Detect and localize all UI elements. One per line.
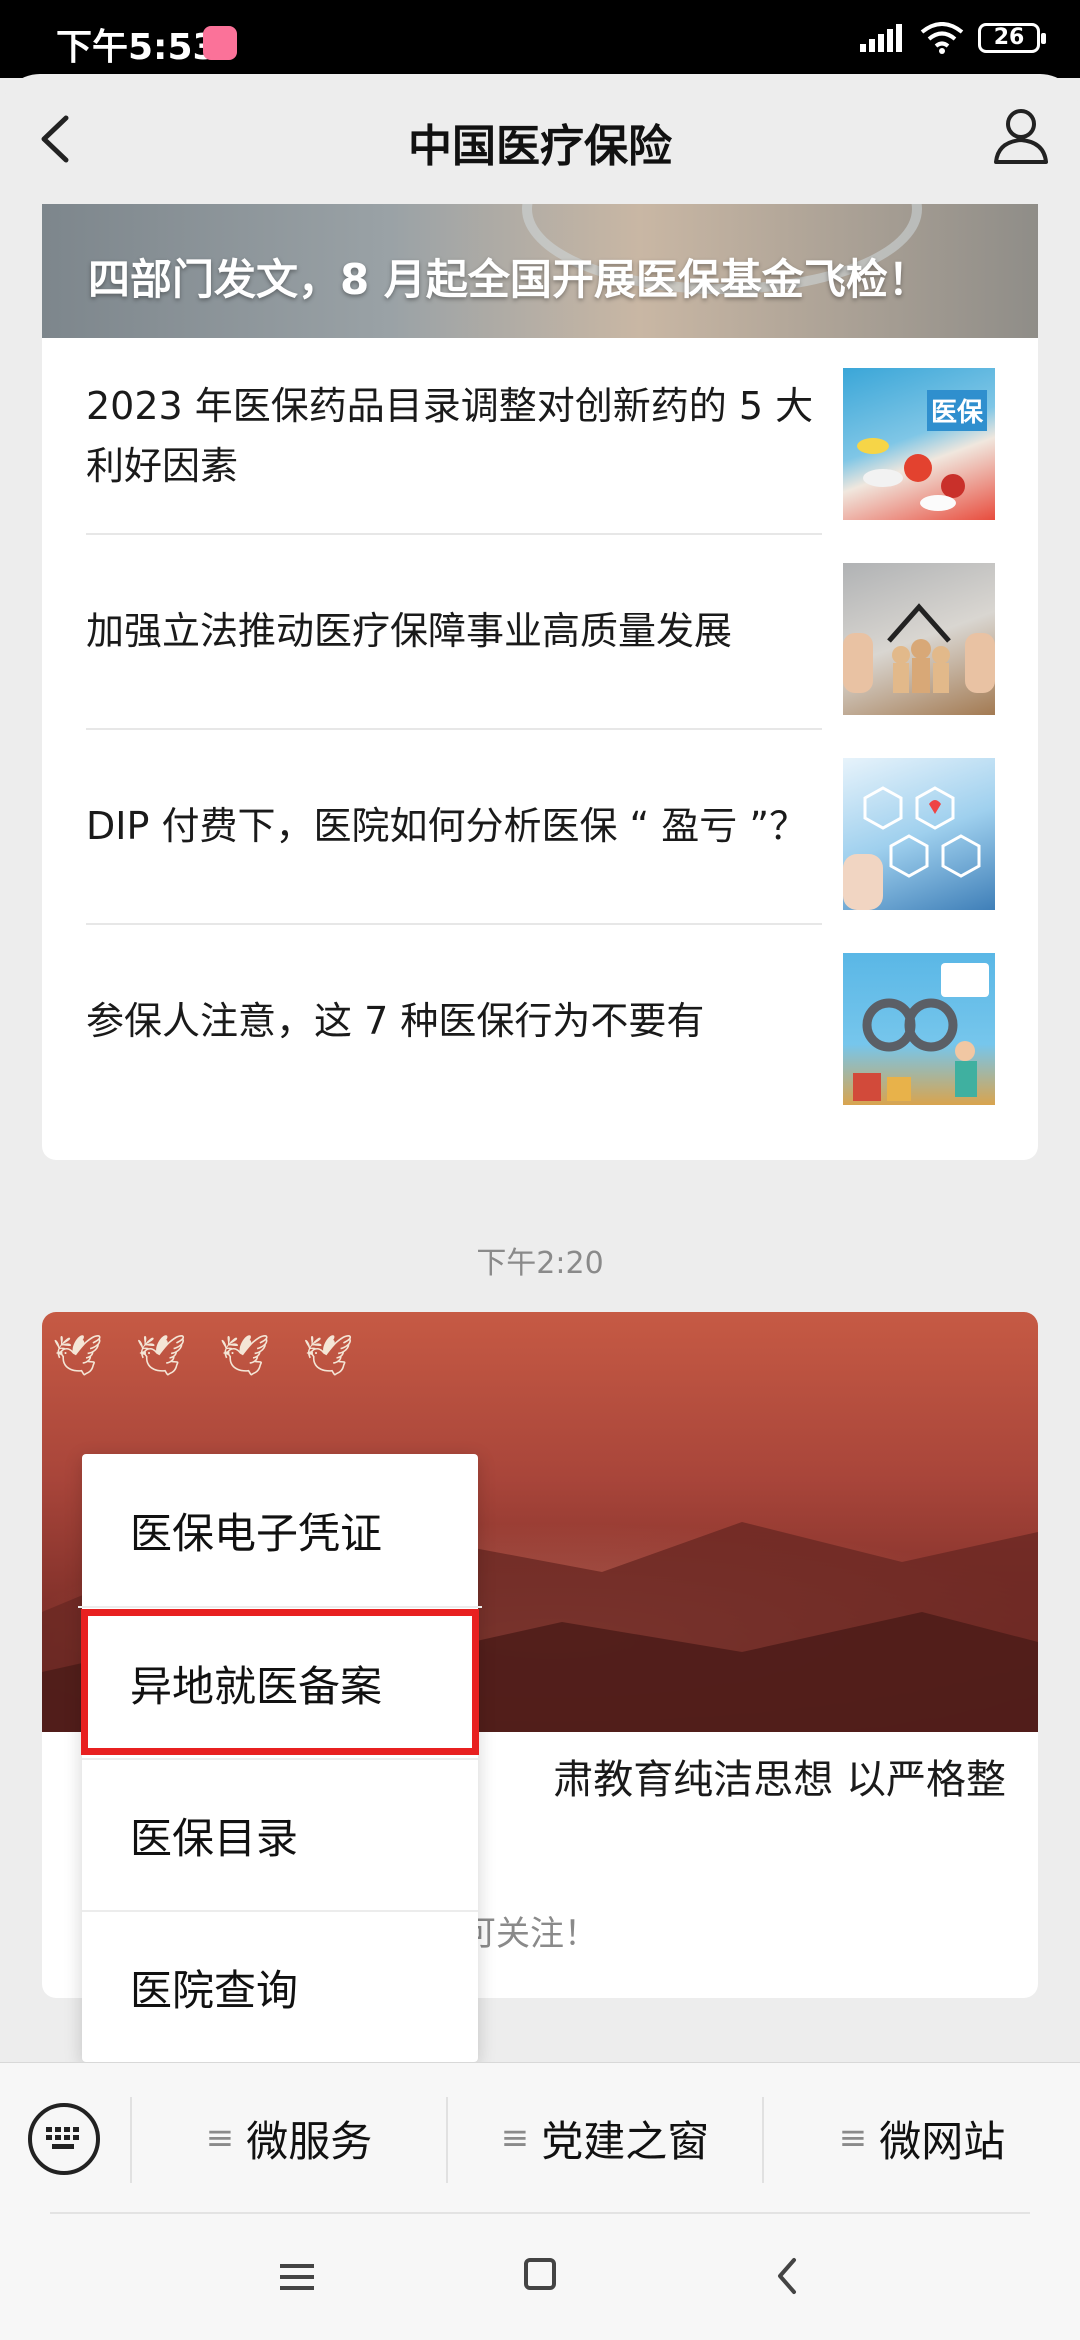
handcuffs-image: [853, 963, 989, 1101]
status-indicators: 26: [860, 22, 1046, 54]
article-thumbnail: [843, 563, 995, 715]
article-title: 加强立法推动医疗保障事业高质量发展: [86, 608, 733, 653]
article-item[interactable]: 参保人注意，这 7 种医保行为不要有: [42, 923, 1038, 1118]
tab-micro-website[interactable]: ≡ 微网站: [764, 2063, 1080, 2213]
house-hands-image: [843, 603, 995, 693]
article-title: 2023 年医保药品目录调整对创新药的 5 大利好因素: [86, 383, 814, 488]
home-icon[interactable]: [524, 2258, 556, 2290]
article-item[interactable]: DIP 付费下，医院如何分析医保 “ 盈亏 ”？: [42, 728, 1038, 923]
menu-lines-icon: ≡: [838, 2118, 868, 2158]
keyboard-icon[interactable]: [28, 2103, 100, 2175]
system-navigation-bar: [0, 2212, 1080, 2340]
menu-lines-icon: ≡: [205, 2118, 235, 2158]
doves-image: 🕊 🕊 🕊 🕊: [52, 1333, 364, 1379]
menu-item-hospital-search[interactable]: 医院查询: [82, 1910, 478, 2062]
article-thumbnail: [843, 758, 995, 910]
battery-icon: 26: [978, 23, 1046, 53]
article-item[interactable]: 加强立法推动医疗保障事业高质量发展: [42, 533, 1038, 728]
divider: [50, 2212, 1030, 2214]
pills-image: [857, 438, 965, 511]
tab-micro-service[interactable]: ≡ 微服务: [132, 2063, 446, 2213]
tab-party-building[interactable]: ≡ 党建之窗: [448, 2063, 762, 2213]
menu-item-offsite-medical-registration[interactable]: 异地就医备案: [78, 1606, 482, 1758]
recent-apps-icon[interactable]: [280, 2262, 314, 2292]
article-item[interactable]: 2023 年医保药品目录调整对创新药的 5 大利好因素 医保: [42, 338, 1038, 533]
menu-item-medical-insurance-voucher[interactable]: 医保电子凭证: [82, 1454, 478, 1606]
article-title: DIP 付费下，医院如何分析医保 “ 盈亏 ”？: [86, 803, 808, 848]
message-timestamp: 下午2:20: [476, 1246, 604, 1281]
menu-item-insurance-catalog[interactable]: 医保目录: [82, 1758, 478, 1910]
banner-title: 四部门发文，8 月起全国开展医保基金飞检！: [88, 255, 930, 304]
official-account-menu-bar: ≡ 微服务 ≡ 党建之窗 ≡ 微网站: [0, 2062, 1080, 2213]
signal-icon: [860, 24, 902, 52]
article-list: 2023 年医保药品目录调整对创新药的 5 大利好因素 医保 加强立法推动医疗保…: [42, 338, 1038, 1118]
article-thumbnail: [843, 953, 995, 1105]
medical-icons-image: [843, 786, 981, 910]
banner-article[interactable]: 四部门发文，8 月起全国开展医保基金飞检！: [42, 204, 1038, 338]
article-subtitle-partial: 可关注！: [462, 1914, 598, 1954]
article-thumbnail: 医保: [843, 368, 995, 520]
bilibili-app-icon: [203, 26, 237, 60]
tab-label: 党建之窗: [541, 2116, 710, 2166]
menu-lines-icon: ≡: [500, 2118, 530, 2158]
service-popup-menu: 医保电子凭证 异地就医备案 医保目录 医院查询: [78, 1454, 482, 2062]
article-title: 参保人注意，这 7 种医保行为不要有: [86, 998, 705, 1043]
keyboard-glyph-icon: [46, 2127, 79, 2149]
header: 中国医疗保险: [0, 74, 1080, 204]
status-bar: 下午5:53 26: [0, 0, 1080, 78]
article-card: 四部门发文，8 月起全国开展医保基金飞检！ 2023 年医保药品目录调整对创新药…: [42, 204, 1038, 1160]
tab-label: 微网站: [879, 2116, 1006, 2166]
tab-label: 微服务: [246, 2116, 373, 2166]
nav-back-icon[interactable]: [772, 2256, 802, 2296]
wifi-icon: [920, 22, 964, 54]
status-time: 下午5:53: [56, 27, 218, 68]
profile-icon[interactable]: [988, 102, 1054, 168]
page-title: 中国医疗保险: [408, 121, 672, 172]
